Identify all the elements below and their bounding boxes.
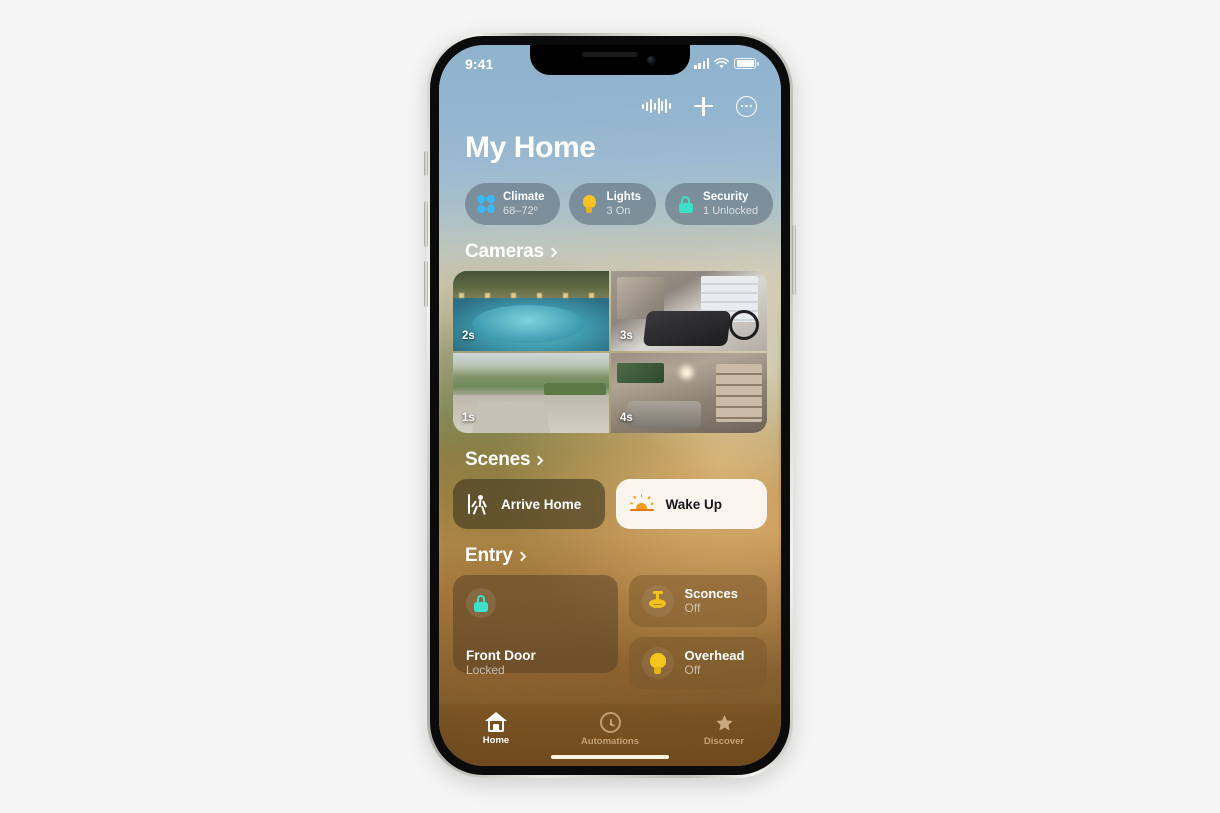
status-chips-row: Climate 68–72º Lights 3 On Security 1 Un… xyxy=(439,165,781,225)
accessory-tile-front-door[interactable]: Front Door Locked xyxy=(453,575,618,677)
accessory-status: Off xyxy=(684,662,701,677)
more-icon[interactable] xyxy=(736,95,757,117)
sunrise-icon xyxy=(629,494,654,514)
chip-subtitle: 1 Unlocked xyxy=(703,204,759,217)
home-icon xyxy=(485,712,507,732)
accessory-tile-overhead[interactable]: Overhead Off xyxy=(628,637,767,689)
camera-tile[interactable]: 3s xyxy=(611,271,767,351)
volume-down-button[interactable] xyxy=(424,261,428,307)
scene-label: Wake Up xyxy=(665,496,723,512)
lightbulb-icon xyxy=(641,647,674,679)
chip-title: Security xyxy=(703,191,749,204)
iphone-device-frame: 9:41 My Home Climate 68–72º Lights 3 On … xyxy=(424,33,796,778)
volume-up-button[interactable] xyxy=(424,201,428,247)
walking-person-icon xyxy=(467,493,489,515)
status-chip-security[interactable]: Security 1 Unlocked xyxy=(665,183,774,225)
accessory-tile-sconces[interactable]: Sconces Off xyxy=(628,575,767,627)
status-chip-lights[interactable]: Lights 3 On xyxy=(568,183,657,225)
section-title: Scenes xyxy=(465,449,531,470)
device-notch xyxy=(530,45,690,75)
camera-tile[interactable]: 2s xyxy=(453,271,609,351)
tab-label: Automations xyxy=(580,736,640,747)
status-bar-indicators xyxy=(694,57,759,70)
accessory-name: Sconces xyxy=(684,585,738,601)
earpiece-speaker xyxy=(582,52,638,57)
tab-automations[interactable]: Automations xyxy=(553,712,667,747)
cameras-grid: 2s 3s 1s 4s xyxy=(453,271,767,433)
accessory-status: Locked xyxy=(466,663,505,677)
lightbulb-icon xyxy=(580,195,599,214)
camera-tile[interactable]: 1s xyxy=(453,353,609,433)
camera-timestamp: 1s xyxy=(462,412,475,424)
section-header-cameras[interactable]: Cameras xyxy=(439,225,781,271)
chip-title: Lights xyxy=(606,191,642,204)
clock-icon xyxy=(599,712,621,733)
star-icon xyxy=(713,712,735,733)
section-header-scenes[interactable]: Scenes xyxy=(439,433,781,479)
page-title: My Home xyxy=(465,131,596,164)
phone-screen: 9:41 My Home Climate 68–72º Lights 3 On … xyxy=(439,45,781,766)
add-icon[interactable] xyxy=(694,96,713,116)
home-app-content: My Home Climate 68–72º Lights 3 On Secur… xyxy=(439,45,781,766)
tab-discover[interactable]: Discover xyxy=(667,712,781,747)
camera-tile[interactable]: 4s xyxy=(611,353,767,433)
navigation-actions xyxy=(439,89,781,123)
home-indicator[interactable] xyxy=(551,754,669,759)
siri-waveform-icon[interactable] xyxy=(642,98,671,114)
camera-timestamp: 4s xyxy=(620,412,633,424)
device-bezel: 9:41 My Home Climate 68–72º Lights 3 On … xyxy=(430,36,790,775)
camera-timestamp: 3s xyxy=(620,330,633,342)
status-bar-time: 9:41 xyxy=(465,55,494,72)
accessory-name: Front Door xyxy=(466,648,536,663)
tab-home[interactable]: Home xyxy=(439,712,553,746)
accessory-status: Off xyxy=(684,600,701,615)
entry-accessories-grid: Front Door Locked Sconces Off Overhead O… xyxy=(439,575,781,689)
chevron-right-icon xyxy=(533,455,544,466)
front-camera-icon xyxy=(647,56,656,65)
chip-subtitle: 3 On xyxy=(606,204,631,217)
section-header-entry[interactable]: Entry xyxy=(439,529,781,575)
cellular-bars-icon xyxy=(694,58,710,69)
wifi-icon xyxy=(714,57,730,68)
entry-lights-column: Sconces Off Overhead Off xyxy=(628,575,767,689)
scene-tile-arrive-home[interactable]: Arrive Home xyxy=(453,479,605,529)
scene-tile-wake-up[interactable]: Wake Up xyxy=(615,479,767,529)
status-chip-climate[interactable]: Climate 68–72º xyxy=(465,183,560,225)
tab-label: Discover xyxy=(703,736,745,747)
tab-label: Home xyxy=(482,735,510,746)
lock-icon xyxy=(676,195,695,214)
fan-icon xyxy=(474,193,497,215)
mute-switch-button[interactable] xyxy=(424,151,428,176)
accessory-name: Overhead xyxy=(684,647,745,663)
chip-subtitle: 68–72º xyxy=(503,204,538,217)
scene-label: Arrive Home xyxy=(501,496,582,512)
section-title: Entry xyxy=(465,545,513,566)
chevron-right-icon xyxy=(516,551,527,562)
chevron-right-icon xyxy=(547,247,558,258)
screenshot-canvas: 9:41 My Home Climate 68–72º Lights 3 On … xyxy=(0,0,1220,813)
camera-timestamp: 2s xyxy=(462,330,475,342)
sconce-icon xyxy=(641,585,674,617)
section-title: Cameras xyxy=(465,241,544,262)
power-button[interactable] xyxy=(792,225,796,295)
scenes-row: Arrive Home Wake Up xyxy=(439,479,781,529)
chip-title: Climate xyxy=(503,191,545,204)
lock-icon xyxy=(466,588,496,618)
battery-icon xyxy=(734,58,757,69)
